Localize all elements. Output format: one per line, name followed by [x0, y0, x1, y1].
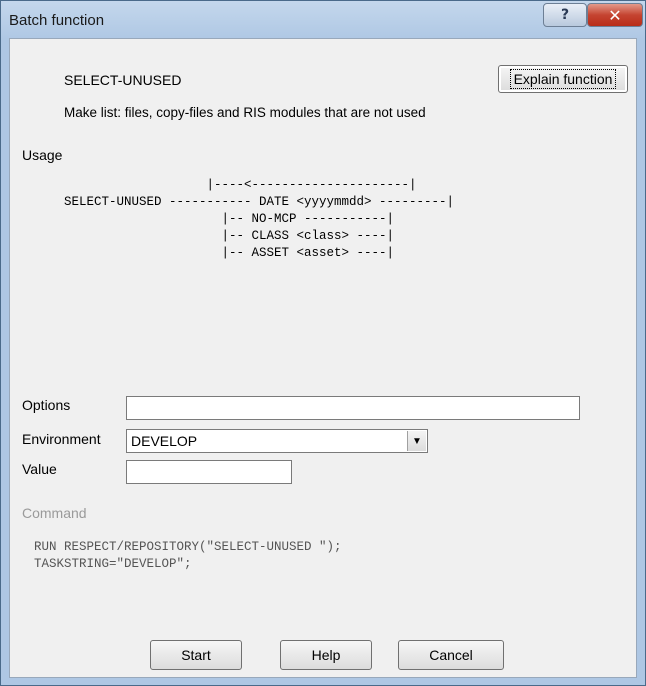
usage-label: Usage	[22, 147, 63, 163]
usage-diagram-line: |----<---------------------|	[64, 178, 417, 192]
command-text: RUN RESPECT/REPOSITORY("SELECT-UNUSED ")…	[34, 539, 342, 573]
cancel-button[interactable]: Cancel	[398, 640, 504, 670]
usage-diagram: |----<---------------------| SELECT-UNUS…	[64, 177, 454, 262]
environment-select[interactable]: DEVELOP ▼	[126, 429, 428, 453]
help-button[interactable]: Help	[280, 640, 372, 670]
environment-label: Environment	[22, 431, 101, 447]
help-icon[interactable]: ?	[543, 3, 587, 27]
function-description: Make list: files, copy-files and RIS mod…	[64, 105, 426, 120]
chevron-down-icon[interactable]: ▼	[407, 431, 426, 451]
usage-diagram-line: |-- ASSET <asset> ----|	[64, 246, 395, 260]
usage-diagram-line: |-- CLASS <class> ----|	[64, 229, 395, 243]
start-button[interactable]: Start	[150, 640, 242, 670]
command-label: Command	[22, 505, 87, 521]
value-label: Value	[22, 461, 57, 477]
explain-function-button[interactable]: Explain function	[498, 65, 628, 93]
usage-diagram-line: |-- NO-MCP -----------|	[64, 212, 395, 226]
dialog-body: SELECT-UNUSED Explain function Make list…	[9, 38, 637, 678]
close-icon[interactable]: ✕	[587, 3, 643, 27]
options-label: Options	[22, 397, 71, 413]
value-input[interactable]	[126, 460, 292, 484]
explain-function-label: Explain function	[509, 69, 617, 89]
options-input[interactable]	[126, 396, 580, 420]
window-title: Batch function	[9, 12, 105, 29]
command-line: RUN RESPECT/REPOSITORY("SELECT-UNUSED ")…	[34, 540, 342, 554]
function-name: SELECT-UNUSED	[64, 72, 182, 88]
environment-selected-value: DEVELOP	[131, 433, 198, 449]
batch-function-window: Batch function ? ✕ SELECT-UNUSED Explain…	[0, 0, 646, 686]
command-line: TASKSTRING="DEVELOP";	[34, 557, 192, 571]
usage-diagram-line: SELECT-UNUSED ----------- DATE <yyyymmdd…	[64, 195, 455, 209]
